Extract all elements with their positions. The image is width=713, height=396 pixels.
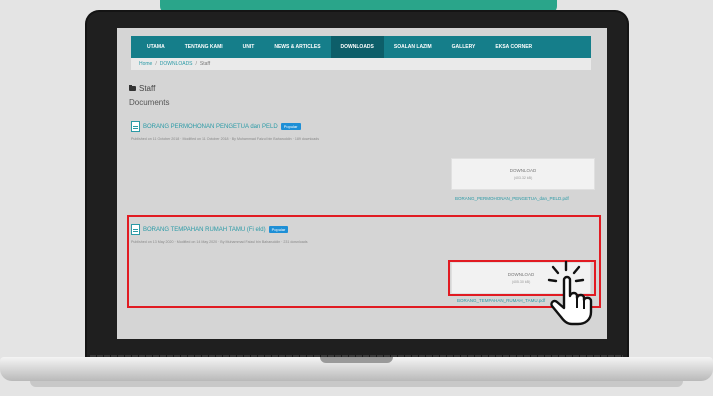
nav-item-tentang-kami[interactable]: TENTANG KAMI: [175, 36, 233, 58]
breadcrumb-staff: Staff: [199, 61, 211, 67]
nav-item-downloads[interactable]: DOWNLOADS: [330, 36, 384, 58]
nav-item-utama[interactable]: UTAMA: [131, 36, 175, 58]
document-title-link[interactable]: BORANG PERMOHONAN PENGETUA dan PELD: [143, 124, 278, 130]
folder-icon: [129, 85, 136, 91]
popular-badge: Popular: [280, 123, 301, 130]
laptop-screen: UTAMA TENTANG KAMI UNIT NEWS & ARTICLES …: [117, 28, 607, 339]
folder-name: Staff: [139, 84, 156, 93]
laptop-notch: [320, 357, 393, 363]
nav-item-eksa-corner[interactable]: EKSA CORNER: [485, 36, 542, 58]
file-icon: [131, 121, 140, 132]
breadcrumb: Home / DOWNLOADS / Staff: [131, 58, 591, 70]
folder-row: Staff: [129, 84, 155, 93]
document-title-row: BORANG PERMOHONAN PENGETUA dan PELD Popu…: [131, 121, 301, 132]
documents-heading: Documents: [129, 98, 170, 107]
main-nav: UTAMA TENTANG KAMI UNIT NEWS & ARTICLES …: [131, 36, 591, 58]
nav-item-gallery[interactable]: GALLERY: [442, 36, 486, 58]
download-button[interactable]: DOWNLOAD (403.32 kB): [451, 158, 595, 190]
document-meta: Published on 11 October 2018 · Modified …: [131, 137, 320, 141]
file-name-link[interactable]: BORANG_PERMOHONAN_PENGETUA_dan_PELD.pdf: [455, 196, 569, 201]
breadcrumb-separator: /: [195, 61, 197, 67]
download-label: DOWNLOAD: [509, 168, 537, 173]
file-size: (403.32 kB): [513, 176, 533, 180]
hand-pointer-icon: [547, 260, 593, 326]
breadcrumb-separator: /: [155, 61, 157, 67]
nav-item-unit[interactable]: UNIT: [233, 36, 265, 58]
breadcrumb-home[interactable]: Home: [139, 61, 152, 67]
laptop-base-shadow: [30, 381, 683, 387]
nav-item-news-articles[interactable]: NEWS & ARTICLES: [264, 36, 330, 58]
nav-item-soalan-lazim[interactable]: SOALAN LAZIM: [384, 36, 442, 58]
breadcrumb-downloads[interactable]: DOWNLOADS: [160, 61, 193, 67]
